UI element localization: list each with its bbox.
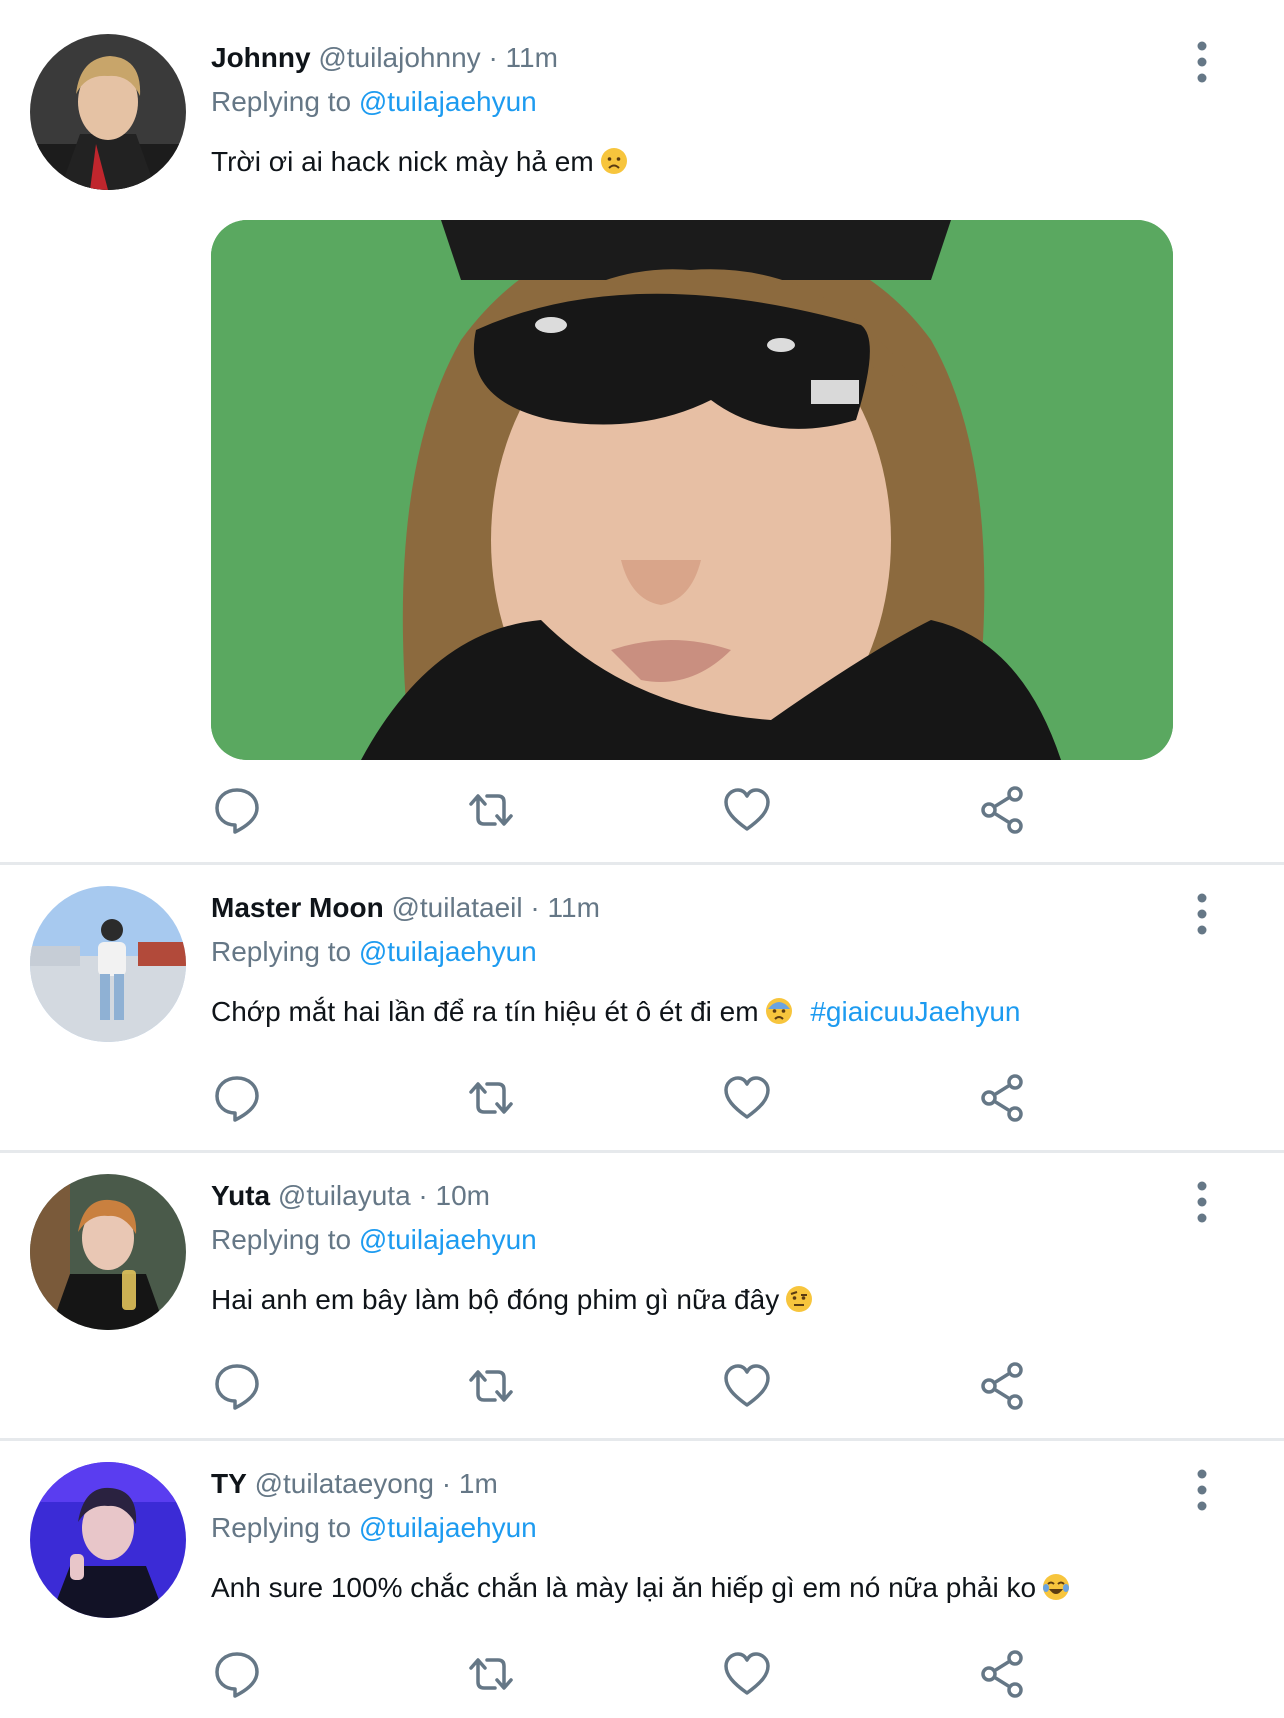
replying-prefix: Replying to bbox=[211, 1224, 352, 1255]
avatar-master-moon[interactable] bbox=[30, 886, 186, 1042]
replying-to: Replying to @tuilajaehyun bbox=[211, 84, 537, 120]
replying-handle-link[interactable]: @tuilajaehyun bbox=[359, 86, 537, 117]
reply-icon[interactable] bbox=[211, 1648, 263, 1700]
replying-to: Replying to @tuilajaehyun bbox=[211, 934, 537, 970]
raised-eyebrow-emoji bbox=[786, 1286, 813, 1312]
user-handle[interactable]: @tuilayuta bbox=[278, 1180, 411, 1211]
share-icon[interactable] bbox=[977, 1360, 1029, 1412]
more-options-icon[interactable] bbox=[1190, 1180, 1214, 1224]
tweet-text: Hai anh em bây làm bộ đóng phim gì nữa đ… bbox=[211, 1282, 813, 1318]
tweet-actions bbox=[211, 784, 1041, 840]
timestamp[interactable]: 11m bbox=[506, 42, 558, 73]
replying-prefix: Replying to bbox=[211, 936, 352, 967]
tweet-body: Hai anh em bây làm bộ đóng phim gì nữa đ… bbox=[211, 1284, 780, 1315]
retweet-icon[interactable] bbox=[465, 1360, 517, 1412]
tweet-text: Trời ơi ai hack nick mày hả em bbox=[211, 144, 628, 180]
display-name[interactable]: Johnny bbox=[211, 42, 311, 73]
avatar-ty[interactable] bbox=[30, 1462, 186, 1618]
tweet-1[interactable]: Johnny @tuilajohnny · 11m Replying to @t… bbox=[0, 0, 1284, 865]
like-icon[interactable] bbox=[721, 1072, 773, 1124]
display-name[interactable]: Master Moon bbox=[211, 892, 384, 923]
tweet-image[interactable] bbox=[211, 220, 1173, 760]
tweet-2[interactable]: Master Moon @tuilataeil · 11m Replying t… bbox=[0, 862, 1284, 1153]
display-name[interactable]: TY bbox=[211, 1468, 247, 1499]
tweet-header: TY @tuilataeyong · 1m bbox=[211, 1466, 498, 1502]
replying-prefix: Replying to bbox=[211, 86, 352, 117]
timestamp[interactable]: 10m bbox=[436, 1180, 490, 1211]
timestamp[interactable]: 11m bbox=[548, 892, 600, 923]
tweet-body: Trời ơi ai hack nick mày hả em bbox=[211, 146, 594, 177]
separator: · bbox=[488, 42, 498, 73]
avatar-johnny[interactable] bbox=[30, 34, 186, 190]
more-options-icon[interactable] bbox=[1190, 892, 1214, 936]
tweet-actions bbox=[211, 1648, 1041, 1704]
anxious-face-emoji bbox=[765, 998, 792, 1024]
user-handle[interactable]: @tuilataeyong bbox=[255, 1468, 434, 1499]
tears-of-joy-emoji bbox=[1043, 1574, 1070, 1600]
replying-prefix: Replying to bbox=[211, 1512, 352, 1543]
avatar-yuta[interactable] bbox=[30, 1174, 186, 1330]
display-name[interactable]: Yuta bbox=[211, 1180, 270, 1211]
tweet-header: Yuta @tuilayuta · 10m bbox=[211, 1178, 490, 1214]
retweet-icon[interactable] bbox=[465, 784, 517, 836]
replying-to: Replying to @tuilajaehyun bbox=[211, 1222, 537, 1258]
user-handle[interactable]: @tuilajohnny bbox=[318, 42, 480, 73]
tweet-body: Anh sure 100% chắc chắn là mày lại ăn hi… bbox=[211, 1572, 1037, 1603]
replying-to: Replying to @tuilajaehyun bbox=[211, 1510, 537, 1546]
tweet-actions bbox=[211, 1072, 1041, 1128]
tweet-body: Chớp mắt hai lần để ra tín hiệu ét ô ét … bbox=[211, 996, 759, 1027]
separator: · bbox=[418, 1180, 428, 1211]
tweet-3[interactable]: Yuta @tuilayuta · 10m Replying to @tuila… bbox=[0, 1150, 1284, 1441]
tweet-header: Johnny @tuilajohnny · 11m bbox=[211, 40, 558, 76]
replying-handle-link[interactable]: @tuilajaehyun bbox=[359, 1512, 537, 1543]
retweet-icon[interactable] bbox=[465, 1072, 517, 1124]
reply-icon[interactable] bbox=[211, 1072, 263, 1124]
timestamp[interactable]: 1m bbox=[459, 1468, 498, 1499]
share-icon[interactable] bbox=[977, 1072, 1029, 1124]
more-options-icon[interactable] bbox=[1190, 40, 1214, 84]
tweet-4[interactable]: TY @tuilataeyong · 1m Replying to @tuila… bbox=[0, 1438, 1284, 1718]
like-icon[interactable] bbox=[721, 784, 773, 836]
separator: · bbox=[530, 892, 540, 923]
user-handle[interactable]: @tuilataeil bbox=[391, 892, 522, 923]
tweet-text: Chớp mắt hai lần để ra tín hiệu ét ô ét … bbox=[211, 994, 1021, 1030]
share-icon[interactable] bbox=[977, 784, 1029, 836]
like-icon[interactable] bbox=[721, 1360, 773, 1412]
tweet-header: Master Moon @tuilataeil · 11m bbox=[211, 890, 600, 926]
replying-handle-link[interactable]: @tuilajaehyun bbox=[359, 1224, 537, 1255]
tweet-text: Anh sure 100% chắc chắn là mày lại ăn hi… bbox=[211, 1570, 1070, 1606]
frowning-face-emoji bbox=[600, 148, 627, 174]
tweet-actions bbox=[211, 1360, 1041, 1416]
retweet-icon[interactable] bbox=[465, 1648, 517, 1700]
share-icon[interactable] bbox=[977, 1648, 1029, 1700]
hashtag-link[interactable]: #giaicuuJaehyun bbox=[810, 996, 1020, 1027]
more-options-icon[interactable] bbox=[1190, 1468, 1214, 1512]
separator: · bbox=[441, 1468, 452, 1499]
like-icon[interactable] bbox=[721, 1648, 773, 1700]
reply-icon[interactable] bbox=[211, 1360, 263, 1412]
replying-handle-link[interactable]: @tuilajaehyun bbox=[359, 936, 537, 967]
reply-icon[interactable] bbox=[211, 784, 263, 836]
